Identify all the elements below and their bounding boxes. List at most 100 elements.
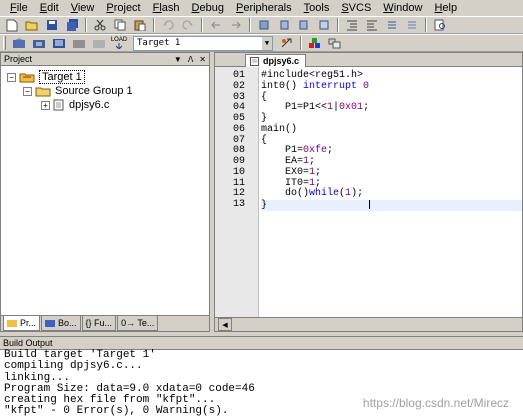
manage-books-icon[interactable] xyxy=(327,36,343,51)
undo-icon[interactable] xyxy=(160,18,176,33)
standard-toolbar xyxy=(0,16,523,34)
download-icon[interactable]: LOAD xyxy=(111,36,127,51)
copy-icon[interactable] xyxy=(112,18,128,33)
target-folder-icon xyxy=(19,73,35,82)
menu-flash[interactable]: Flash xyxy=(147,0,186,16)
pane-menu-icon[interactable]: ▼ xyxy=(174,55,182,64)
menu-window[interactable]: Window xyxy=(377,0,428,16)
code-token: main() xyxy=(261,123,298,135)
navigate-back-icon[interactable] xyxy=(208,18,224,33)
code-token: EX0= xyxy=(261,166,310,178)
bookmark-icon[interactable] xyxy=(256,18,272,33)
chevron-down-icon[interactable]: ▼ xyxy=(262,36,272,50)
close-icon[interactable]: ✕ xyxy=(199,55,206,64)
menu-file[interactable]: File xyxy=(4,0,34,16)
tree-label-file: dpjsy6.c xyxy=(69,99,110,111)
manage-components-icon[interactable] xyxy=(307,36,323,51)
redo-icon[interactable] xyxy=(180,18,196,33)
code-token: ; xyxy=(315,166,322,178)
tab-templates[interactable]: 0→ Te... xyxy=(117,316,159,331)
tree-label-target: Target 1 xyxy=(39,70,85,84)
expand-icon[interactable]: + xyxy=(41,100,50,110)
comment-icon[interactable] xyxy=(384,18,400,33)
code-token: P1= xyxy=(261,145,304,157)
code-line[interactable]: main() xyxy=(261,123,522,136)
code-line[interactable]: int0() interrupt 0 xyxy=(261,80,522,93)
menu-label: ools xyxy=(309,2,330,14)
indent-icon[interactable] xyxy=(344,18,360,33)
toolbar-grip[interactable] xyxy=(3,36,6,50)
menu-label: indow xyxy=(393,2,423,14)
menu-mnemonic: P xyxy=(106,2,114,14)
build-output-header: Build Output xyxy=(0,336,523,349)
menu-label: elp xyxy=(442,2,458,14)
navigate-forward-icon[interactable] xyxy=(228,18,244,33)
tab-books[interactable]: Bo... xyxy=(41,316,81,331)
tree-node-file[interactable]: + dpjsy6.c xyxy=(7,98,209,112)
collapse-icon[interactable]: − xyxy=(23,86,32,96)
menu-bar: File Edit View Project Flash Debug Peripherals… xyxy=(0,0,523,16)
target-select[interactable]: Target 1 ▼ xyxy=(133,35,273,51)
editor-tab-dpjsy6[interactable]: dpjsy6.c xyxy=(245,54,307,67)
cut-icon[interactable] xyxy=(92,18,108,33)
menu-edit[interactable]: Edit xyxy=(34,0,65,16)
menu-help[interactable]: Help xyxy=(428,0,463,16)
menu-mnemonic: E xyxy=(39,2,48,14)
menu-label: dit xyxy=(47,2,59,14)
bookmark-next-icon[interactable] xyxy=(296,18,312,33)
code-token: } xyxy=(261,113,268,124)
project-pane-title: Project xyxy=(4,54,33,64)
open-folder-icon[interactable] xyxy=(24,18,40,33)
save-all-icon[interactable] xyxy=(64,18,80,33)
build-output-title: Build Output xyxy=(3,338,53,348)
tab-templates-label: 0→ Te... xyxy=(121,318,155,328)
code-token: { xyxy=(261,134,268,146)
find-in-files-icon[interactable] xyxy=(432,18,448,33)
uncomment-icon[interactable] xyxy=(404,18,420,33)
code-line[interactable]: } xyxy=(261,200,522,211)
tree-node-source-group[interactable]: − Source Group 1 xyxy=(7,84,209,98)
unindent-icon[interactable] xyxy=(364,18,380,33)
tab-functions[interactable]: {} Fu... xyxy=(81,316,117,331)
code-keyword: while xyxy=(309,188,340,200)
paste-icon[interactable] xyxy=(132,18,148,33)
tab-project[interactable]: Pr... xyxy=(3,316,41,331)
menu-project[interactable]: Project xyxy=(100,0,146,16)
new-file-icon[interactable] xyxy=(4,18,20,33)
project-pane-header: Project ▼ ᐱ ✕ xyxy=(1,53,209,66)
code-number: 0x01 xyxy=(339,102,364,114)
code-number: 0 xyxy=(363,80,370,92)
save-icon[interactable] xyxy=(44,18,60,33)
collapse-icon[interactable]: − xyxy=(7,72,16,82)
menu-peripherals[interactable]: Peripherals xyxy=(230,0,298,16)
editor-pane: dpjsy6.c 01 02 03 04 05 06 07 08 09 10 11 12 13 #inc… xyxy=(214,52,523,332)
stop-build-icon[interactable] xyxy=(91,36,107,51)
code-token: P1=P1<< xyxy=(261,102,328,114)
menu-tools[interactable]: Tools xyxy=(298,0,336,16)
toolbar-separator xyxy=(249,18,251,32)
menu-svcs[interactable]: SVCS xyxy=(335,0,377,16)
batch-build-icon[interactable] xyxy=(71,36,87,51)
build-icon[interactable] xyxy=(31,36,47,51)
toolbar-separator xyxy=(425,18,427,32)
bookmark-prev-icon[interactable] xyxy=(276,18,292,33)
code-token: IT0= xyxy=(261,177,310,189)
project-tree: − Target 1 − Source Group 1 + dpjsy6.c xyxy=(1,66,209,112)
code-line[interactable]: do()while(1); xyxy=(261,188,522,200)
target-options-icon[interactable] xyxy=(279,36,295,51)
code-line[interactable]: P1=P1<<1|0x01; xyxy=(261,102,522,114)
rebuild-icon[interactable] xyxy=(51,36,67,51)
menu-debug[interactable]: Debug xyxy=(186,0,230,16)
horizontal-scrollbar[interactable]: ◀ xyxy=(215,317,522,331)
bookmark-clear-icon[interactable] xyxy=(316,18,332,33)
tree-node-target[interactable]: − Target 1 xyxy=(7,70,209,84)
scroll-left-icon[interactable]: ◀ xyxy=(218,318,232,331)
code-token: ; xyxy=(363,102,370,114)
tab-functions-label: {} Fu... xyxy=(85,318,113,328)
menu-mnemonic: F xyxy=(10,2,17,14)
translate-icon[interactable] xyxy=(11,36,27,51)
menu-view[interactable]: View xyxy=(65,0,101,16)
code-line[interactable]: } xyxy=(261,113,522,125)
pane-pin-icon[interactable]: ᐱ xyxy=(188,55,193,64)
code-editor[interactable]: 01 02 03 04 05 06 07 08 09 10 11 12 13 #include<reg5… xyxy=(215,67,522,317)
